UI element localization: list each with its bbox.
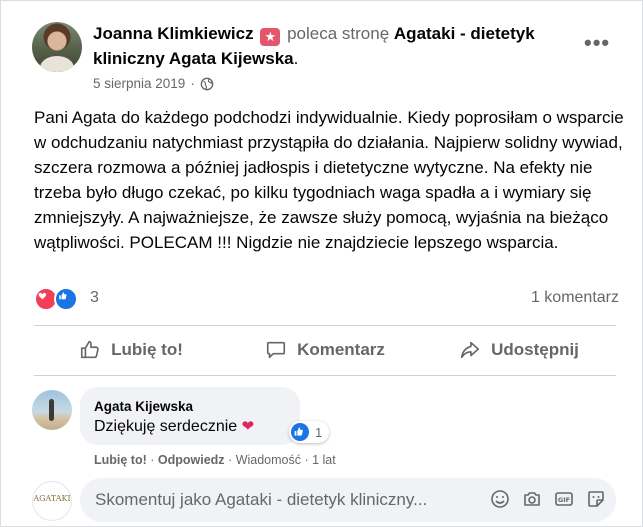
comment-reaction-count: 1 bbox=[315, 424, 323, 440]
share-button[interactable]: Udostępnij bbox=[422, 327, 616, 373]
comment-button[interactable]: Komentarz bbox=[228, 327, 422, 373]
heart-emoji-icon: ❤ bbox=[241, 418, 255, 435]
comment-input[interactable] bbox=[95, 490, 470, 510]
recommends-text: poleca stronę bbox=[287, 24, 390, 43]
emoji-icon[interactable] bbox=[490, 489, 510, 509]
divider bbox=[34, 375, 616, 376]
author-name[interactable]: Joanna Klimkiewicz bbox=[93, 24, 254, 43]
page-avatar[interactable]: AGATAKI bbox=[32, 481, 72, 521]
comments-count-link[interactable]: 1 komentarz bbox=[531, 289, 619, 307]
camera-icon[interactable] bbox=[522, 489, 542, 509]
like-label: Lubię to! bbox=[111, 340, 183, 359]
post-date[interactable]: 5 sierpnia 2019 bbox=[93, 76, 185, 91]
composer-icons: GIF bbox=[490, 489, 606, 509]
commenter-avatar[interactable] bbox=[32, 390, 72, 430]
comment-text: Dziękuję serdecznie bbox=[94, 418, 238, 435]
comment-text-row: Dziękuję serdecznie ❤ bbox=[94, 417, 254, 436]
post-actions: Lubię to! Komentarz Udostępnij bbox=[34, 327, 616, 373]
share-icon bbox=[461, 341, 480, 359]
comment-icon bbox=[266, 341, 286, 359]
comment-like-link[interactable]: Lubię to! bbox=[94, 453, 147, 467]
sticker-icon[interactable] bbox=[586, 489, 606, 509]
comment-actions: Lubię to! · Odpowiedz · Wiadomość · 1 la… bbox=[94, 453, 336, 467]
comment-reply-link[interactable]: Odpowiedz bbox=[158, 453, 225, 467]
like-reaction-icon[interactable] bbox=[54, 287, 78, 311]
post-header: Joanna Klimkiewicz ★ poleca stronę Agata… bbox=[93, 24, 535, 68]
share-label: Udostępnij bbox=[491, 340, 579, 359]
post-card: Joanna Klimkiewicz ★ poleca stronę Agata… bbox=[0, 0, 643, 527]
thumbs-up-icon bbox=[81, 340, 99, 359]
svg-text:GIF: GIF bbox=[558, 496, 570, 504]
author-avatar[interactable] bbox=[32, 22, 82, 72]
recommend-badge-icon: ★ bbox=[260, 28, 281, 46]
more-options-button[interactable]: ••• bbox=[584, 32, 610, 54]
comment-author[interactable]: Agata Kijewska bbox=[94, 399, 193, 414]
gif-icon[interactable]: GIF bbox=[554, 489, 574, 509]
divider bbox=[34, 325, 616, 326]
post-body: Pani Agata do każdego podchodzi indywidu… bbox=[34, 108, 624, 252]
comment-label: Komentarz bbox=[297, 340, 385, 359]
globe-icon[interactable] bbox=[200, 77, 214, 91]
reactions-row: 3 1 komentarz bbox=[34, 287, 619, 311]
reaction-count[interactable]: 3 bbox=[90, 289, 99, 307]
post-meta: 5 sierpnia 2019 · bbox=[93, 76, 214, 91]
comment-bubble: Agata Kijewska Dziękuję serdecznie ❤ bbox=[80, 387, 300, 445]
like-reaction-icon bbox=[291, 423, 309, 441]
comment-reaction-badge[interactable]: 1 bbox=[289, 421, 330, 443]
comment-age[interactable]: 1 lat bbox=[312, 453, 336, 467]
comment-composer: GIF bbox=[80, 478, 616, 522]
comment-message-link[interactable]: Wiadomość bbox=[236, 453, 301, 467]
like-button[interactable]: Lubię to! bbox=[34, 327, 228, 373]
